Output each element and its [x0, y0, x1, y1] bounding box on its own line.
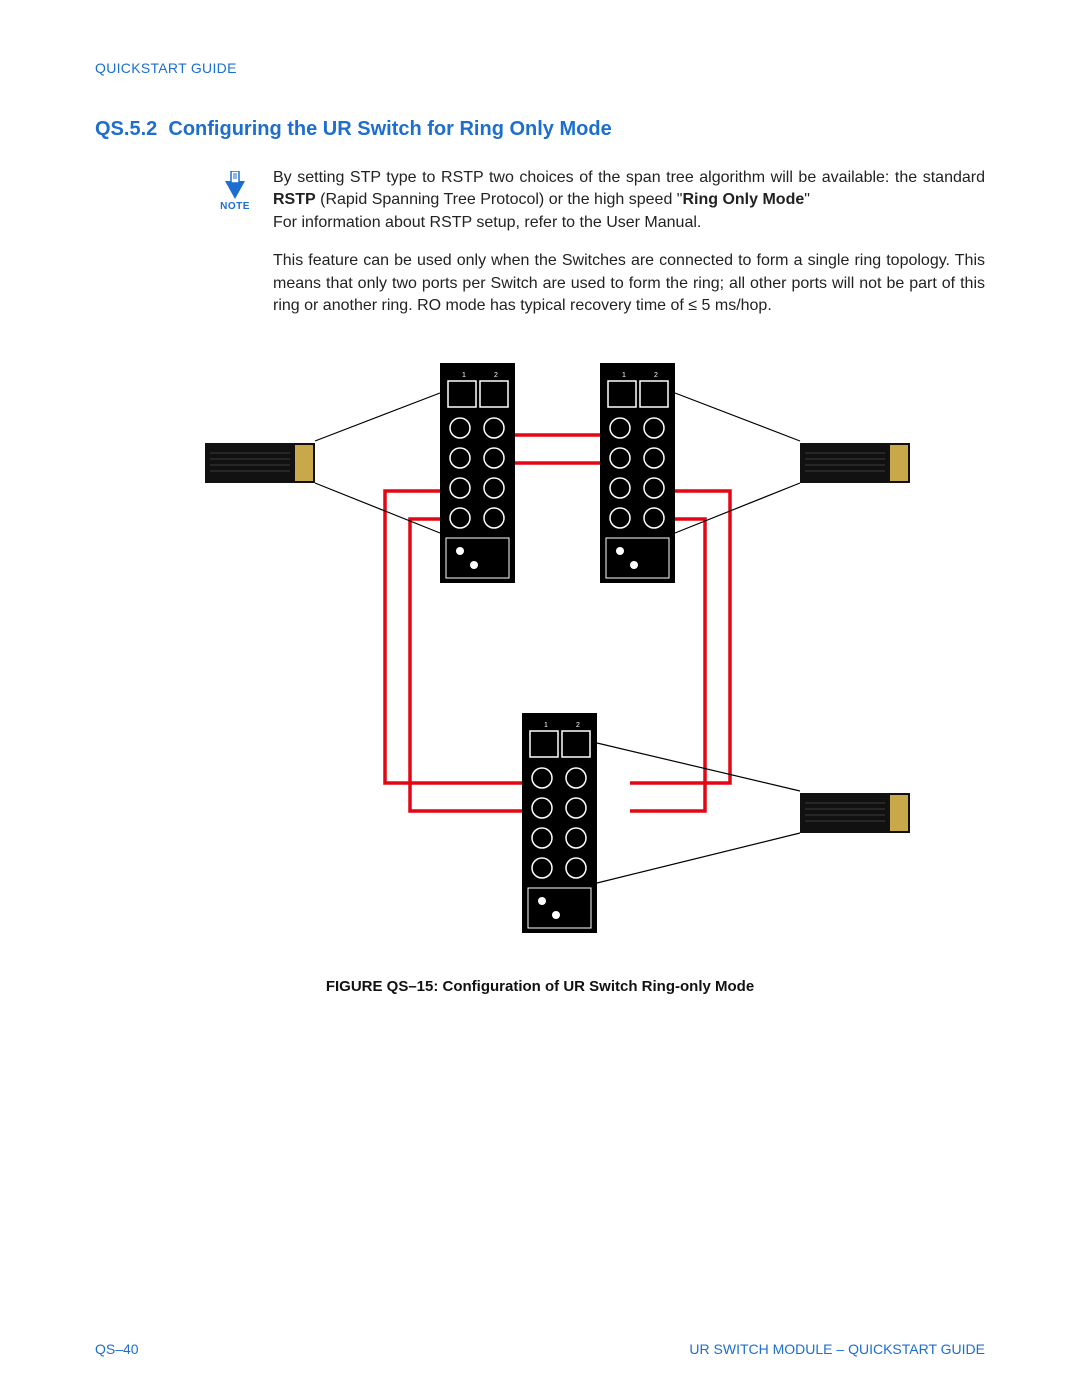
switch-module-top-right: 1 2: [600, 363, 675, 583]
switch-module-bottom: 1 2: [522, 713, 597, 933]
page-header: QUICKSTART GUIDE: [95, 60, 985, 76]
note-paragraph-2: This feature can be used only when the S…: [273, 250, 985, 317]
figure: 1 2 1 2: [95, 363, 985, 995]
body-text: By setting STP type to RSTP two choices …: [273, 167, 985, 333]
note-label: NOTE: [220, 201, 250, 212]
ring-topology-diagram: 1 2 1 2: [160, 363, 920, 958]
page-footer: QS–40 UR SWITCH MODULE – QUICKSTART GUID…: [95, 1341, 985, 1357]
section-heading: Configuring the UR Switch for Ring Only …: [168, 118, 611, 140]
svg-text:2: 2: [654, 372, 658, 379]
note-icon: NOTE: [215, 171, 255, 333]
io-module-top-left: [205, 443, 315, 483]
svg-text:2: 2: [576, 722, 580, 729]
switch-module-top-left: 1 2: [440, 363, 515, 583]
footer-page-number: QS–40: [95, 1341, 139, 1357]
section-number: QS.5.2: [95, 118, 157, 140]
footer-doc-title: UR SWITCH MODULE – QUICKSTART GUIDE: [689, 1341, 985, 1357]
svg-text:1: 1: [462, 372, 466, 379]
io-module-bottom-right: [800, 793, 910, 833]
svg-text:1: 1: [544, 722, 548, 729]
section-title: QS.5.2 Configuring the UR Switch for Rin…: [95, 118, 985, 141]
svg-text:1: 1: [622, 372, 626, 379]
note-paragraph-1: By setting STP type to RSTP two choices …: [273, 167, 985, 234]
figure-caption: FIGURE QS–15: Configuration of UR Switch…: [326, 978, 754, 995]
io-module-top-right: [800, 443, 910, 483]
svg-text:2: 2: [494, 372, 498, 379]
